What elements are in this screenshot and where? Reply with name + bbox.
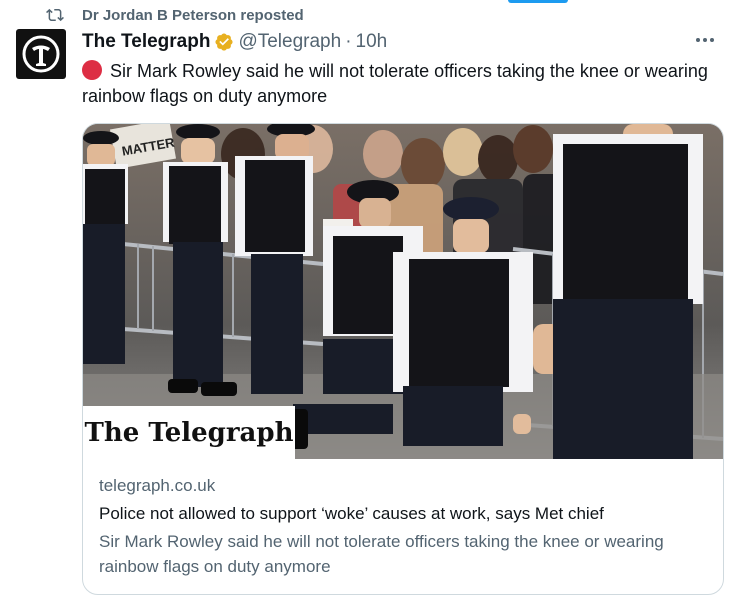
timestamp[interactable]: 10h [356,31,388,53]
user-handle[interactable]: @Telegraph [238,31,341,53]
tweet-header: The Telegraph @Telegraph · 10h [82,30,720,54]
red-circle-icon [82,60,102,80]
repost-label: Dr Jordan B Peterson reposted [82,6,304,24]
card-domain: telegraph.co.uk [99,476,216,495]
avatar[interactable] [16,29,66,79]
link-card[interactable]: MATTER The Telegraph telegraph.co.uk Pol… [82,123,724,595]
more-options-icon[interactable] [690,28,720,52]
tweet-text: Sir Mark Rowley said he will not tolerat… [82,59,712,109]
telegraph-t-logo-icon [22,35,60,73]
separator-dot: · [345,31,352,52]
display-name[interactable]: The Telegraph [82,31,210,53]
card-title: Police not allowed to support ‘woke’ cau… [99,504,604,523]
card-description: Sir Mark Rowley said he will not tolerat… [99,532,664,576]
repost-icon [46,6,64,24]
verified-badge-icon[interactable] [214,32,234,52]
tab-indicator [508,0,568,3]
tweet-page: Dr Jordan B Peterson reposted The Telegr… [0,0,732,600]
card-image-logo: The Telegraph [83,406,295,459]
card-image[interactable]: MATTER The Telegraph [83,124,723,459]
repost-context[interactable]: Dr Jordan B Peterson reposted [46,5,304,25]
tweet-body: Sir Mark Rowley said he will not tolerat… [82,61,708,106]
